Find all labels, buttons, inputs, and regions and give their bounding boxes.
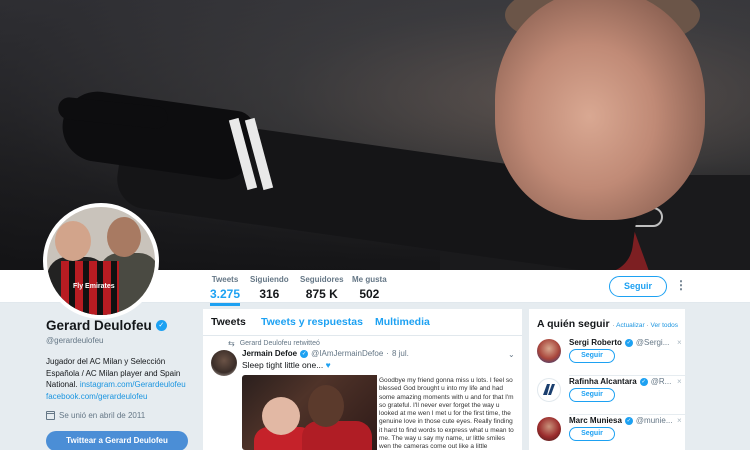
media-photo-face — [262, 397, 300, 435]
tweet-author-name[interactable]: Jermain Defoe — [242, 349, 297, 358]
nav-followers[interactable]: Seguidores 875 K — [300, 275, 344, 301]
timeline: Tweets Tweets y respuestas Multimedia ⇆ … — [203, 309, 522, 450]
who-to-follow-title: A quién seguir — [537, 318, 610, 330]
tab-tweets[interactable]: Tweets — [211, 316, 246, 328]
profile-joined-text: Se unió en abril de 2011 — [59, 411, 146, 420]
profile-card: Gerard Deulofeu ✓ @gerardeulofeu Jugador… — [46, 318, 194, 450]
verified-icon: ✓ — [639, 377, 648, 386]
media-photo-face — [308, 385, 344, 427]
tweet-separator: · — [386, 349, 389, 358]
tweet-media-text: Goodbye my friend gonna miss u lots. I f… — [378, 375, 518, 450]
more-options-icon[interactable]: ⋮ — [675, 278, 687, 292]
suggestion-handle[interactable]: @munie... — [636, 416, 673, 425]
who-to-follow-header: A quién seguir · Actualizar · Ver todos — [537, 318, 678, 330]
tweet-header: Jermain Defoe ✓ @IAmJermainDefoe · 8 jul… — [242, 349, 409, 358]
view-all-link[interactable]: Ver todos — [651, 322, 678, 329]
suggestion-item: Sergi Roberto ✓ @Sergi... × Seguir — [537, 338, 682, 374]
profile-bio: Jugador del AC Milan y Selección Español… — [46, 356, 194, 391]
suggestion-avatar[interactable] — [537, 417, 561, 441]
nav-tweets[interactable]: Tweets 3.275 — [210, 275, 241, 306]
profile-name[interactable]: Gerard Deulofeu — [46, 318, 152, 333]
tweet-media[interactable]: Goodbye my friend gonna miss u lots. I f… — [242, 375, 518, 450]
nav-followers-label: Seguidores — [300, 275, 344, 284]
suggestion-name-row: Rafinha Alcantara ✓ @R... — [569, 377, 671, 386]
suggestion-avatar[interactable] — [537, 339, 561, 363]
divider — [569, 414, 685, 415]
avatar[interactable]: Fly Emirates — [43, 203, 159, 319]
separator: · — [612, 322, 615, 329]
nav-tweets-label: Tweets — [211, 275, 239, 284]
retweet-context: ⇆ Gerard Deulofeu retwitteó — [228, 339, 320, 348]
profile-website[interactable]: facebook.com/gerardeulofeu — [46, 391, 194, 403]
close-icon[interactable]: × — [677, 377, 682, 386]
ra-logo-icon — [543, 384, 555, 395]
who-to-follow: A quién seguir · Actualizar · Ver todos … — [529, 309, 685, 450]
close-icon[interactable]: × — [677, 416, 682, 425]
suggestion-item: Rafinha Alcantara ✓ @R... × Seguir — [537, 377, 682, 413]
suggestion-name[interactable]: Marc Muniesa — [569, 416, 622, 425]
nav-likes-count: 502 — [359, 287, 380, 301]
nav-tweets-count: 3.275 — [210, 287, 241, 301]
suggestion-item: Marc Muniesa ✓ @munie... × Seguir — [537, 416, 682, 450]
suggestion-follow-button[interactable]: Seguir — [569, 388, 615, 402]
chevron-down-icon[interactable]: ⌄ — [508, 350, 515, 359]
verified-icon: ✓ — [155, 320, 167, 331]
tab-tweets-replies[interactable]: Tweets y respuestas — [261, 316, 363, 328]
timeline-tabs: Tweets Tweets y respuestas Multimedia — [203, 309, 522, 336]
nav-following-label: Siguiendo — [250, 275, 289, 284]
retweet-icon: ⇆ — [228, 339, 235, 348]
profile-bio-link[interactable]: instagram.com/Gerardeulofeu — [80, 380, 186, 389]
suggestion-follow-button[interactable]: Seguir — [569, 349, 615, 363]
nav-followers-count: 875 K — [305, 287, 338, 301]
nav-likes-label: Me gusta — [352, 275, 387, 284]
profile-name-row: Gerard Deulofeu ✓ — [46, 318, 194, 333]
suggestion-handle[interactable]: @R... — [651, 377, 672, 386]
suggestion-name[interactable]: Rafinha Alcantara — [569, 377, 637, 386]
header-photo-head — [495, 0, 705, 220]
tweet-author-handle[interactable]: @IAmJermainDefoe — [311, 349, 383, 358]
follow-button[interactable]: Seguir — [609, 276, 667, 297]
verified-icon: ✓ — [300, 349, 309, 358]
tweet-to-button[interactable]: Twittear a Gerard Deulofeu — [46, 431, 188, 450]
separator: · — [646, 322, 649, 329]
tweet-media-photo — [242, 375, 377, 450]
suggestion-name[interactable]: Sergi Roberto — [569, 338, 622, 347]
tweet-text: Sleep tight little one... ♥ — [242, 360, 331, 370]
tweet-text-content: Sleep tight little one... — [242, 360, 324, 370]
suggestion-name-row: Marc Muniesa ✓ @munie... — [569, 416, 672, 425]
profile-handle[interactable]: @gerardeulofeu — [46, 336, 194, 345]
avatar-person-left-face — [55, 221, 91, 261]
calendar-icon — [46, 411, 55, 420]
retweet-context-text[interactable]: Gerard Deulofeu retwitteó — [240, 340, 320, 347]
avatar-person-right-face — [107, 217, 141, 257]
suggestion-follow-button[interactable]: Seguir — [569, 427, 615, 441]
divider — [569, 375, 685, 376]
heart-icon: ♥ — [325, 360, 331, 370]
suggestion-handle[interactable]: @Sergi... — [636, 338, 669, 347]
who-to-follow-links: · Actualizar · Ver todos — [613, 322, 678, 329]
refresh-link[interactable]: Actualizar — [616, 322, 645, 329]
nav-following-count: 316 — [259, 287, 280, 301]
nav-following[interactable]: Siguiendo 316 — [250, 275, 289, 301]
suggestion-name-row: Sergi Roberto ✓ @Sergi... — [569, 338, 669, 347]
tweet-date[interactable]: 8 jul. — [392, 349, 409, 358]
profile-joined: Se unió en abril de 2011 — [46, 411, 194, 420]
suggestion-avatar[interactable] — [537, 378, 561, 402]
close-icon[interactable]: × — [677, 338, 682, 347]
tweet-author-avatar[interactable] — [211, 350, 237, 376]
avatar-jersey-text: Fly Emirates — [73, 283, 115, 290]
nav-likes[interactable]: Me gusta 502 — [352, 275, 387, 301]
verified-icon: ✓ — [624, 416, 633, 425]
tab-media[interactable]: Multimedia — [375, 316, 430, 328]
verified-icon: ✓ — [624, 338, 633, 347]
media-photo-shirt — [302, 421, 372, 450]
